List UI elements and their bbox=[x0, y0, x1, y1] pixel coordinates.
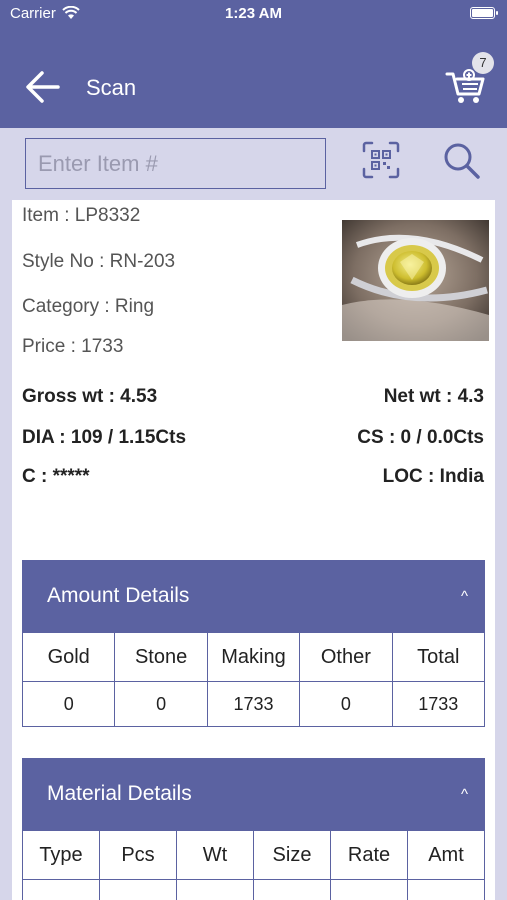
header-amt: Amt bbox=[407, 830, 485, 880]
item-number: Item : LP8332 bbox=[22, 205, 141, 226]
header-wt: Wt bbox=[176, 830, 254, 880]
diamond-info: DIA : 109 / 1.15Cts bbox=[22, 427, 187, 448]
table-row: 0 0 1733 0 1733 bbox=[21, 681, 486, 727]
status-time: 1:23 AM bbox=[225, 5, 282, 22]
location: LOC : India bbox=[382, 466, 484, 487]
material-details-header[interactable]: Material Details ^ bbox=[22, 758, 485, 830]
price: Price : 1733 bbox=[22, 336, 124, 357]
status-bar: Carrier 1:23 AM bbox=[0, 5, 507, 27]
material-details-table: Type Pcs Wt Size Rate Amt bbox=[22, 830, 485, 900]
table-header-row: Type Pcs Wt Size Rate Amt bbox=[22, 830, 485, 880]
amount-details-title: Amount Details bbox=[47, 584, 190, 607]
header-rate: Rate bbox=[330, 830, 408, 880]
header-stone: Stone bbox=[114, 632, 208, 682]
back-arrow-icon[interactable] bbox=[24, 68, 62, 106]
value-total: 1733 bbox=[391, 681, 486, 727]
style-number: Style No : RN-203 bbox=[22, 251, 176, 272]
battery-icon bbox=[470, 7, 498, 19]
material-details-title: Material Details bbox=[47, 782, 192, 805]
category: Category : Ring bbox=[22, 296, 155, 317]
product-photo bbox=[342, 220, 489, 341]
value-other: 0 bbox=[299, 681, 393, 727]
value-making: 1733 bbox=[206, 681, 301, 727]
table-header-row: Gold Stone Making Other Total bbox=[21, 632, 486, 682]
value-stone: 0 bbox=[114, 681, 208, 727]
header-pcs: Pcs bbox=[99, 830, 177, 880]
top-bar: Carrier 1:23 AM Scan 7 bbox=[0, 0, 507, 128]
chevron-up-icon: ^ bbox=[460, 786, 468, 803]
header-gold: Gold bbox=[21, 632, 116, 682]
value-gold: 0 bbox=[21, 681, 116, 727]
header-making: Making bbox=[206, 632, 301, 682]
qr-scan-icon[interactable] bbox=[362, 141, 400, 179]
item-search-input[interactable] bbox=[25, 138, 326, 189]
cart-count-badge: 7 bbox=[472, 52, 494, 74]
c-value: C : ***** bbox=[22, 466, 90, 487]
search-icon[interactable] bbox=[443, 142, 481, 180]
net-weight: Net wt : 4.3 bbox=[383, 386, 484, 407]
gross-weight: Gross wt : 4.53 bbox=[22, 386, 158, 407]
item-detail-card: Item : LP8332 Style No : RN-203 Category… bbox=[12, 200, 495, 900]
amount-details-header[interactable]: Amount Details ^ bbox=[22, 560, 485, 632]
page-title: Scan bbox=[86, 75, 137, 100]
header-total: Total bbox=[391, 632, 486, 682]
colour-stone-info: CS : 0 / 0.0Cts bbox=[357, 427, 484, 448]
header-type: Type bbox=[22, 830, 100, 880]
header-other: Other bbox=[299, 632, 393, 682]
amount-details-table: Gold Stone Making Other Total 0 0 1733 0… bbox=[21, 632, 486, 727]
chevron-up-icon: ^ bbox=[460, 588, 468, 605]
header-size: Size bbox=[253, 830, 331, 880]
table-row bbox=[22, 879, 485, 900]
